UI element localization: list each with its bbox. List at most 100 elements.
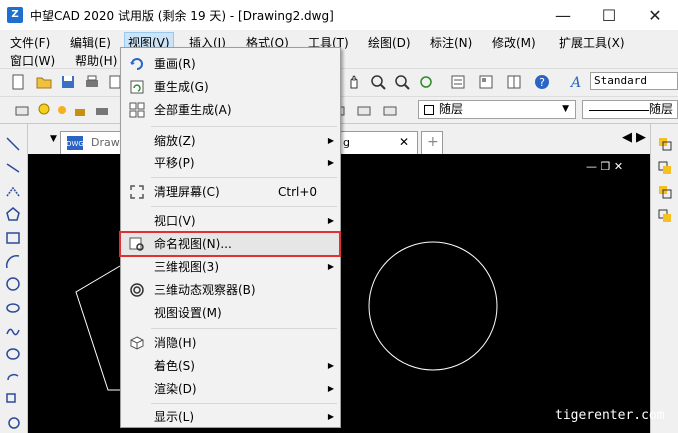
menu-item-pan[interactable]: 平移(P) ▶ — [121, 152, 340, 174]
dwg-file-icon: DWG — [66, 136, 84, 150]
menu-item-view-settings[interactable]: 视图设置(M) — [121, 302, 340, 324]
new-file-icon[interactable] — [10, 74, 26, 90]
snap-node-icon[interactable] — [657, 208, 673, 224]
close-button[interactable]: ✕ — [632, 0, 678, 30]
menu-item-render[interactable]: 渲染(D) ▶ — [121, 378, 340, 400]
ellipse-tool-icon[interactable] — [5, 346, 21, 362]
tab-scroll-right-icon[interactable]: ▶ — [636, 130, 646, 145]
menu-item-hide[interactable]: 消隐(H) — [121, 332, 340, 354]
menu-edit[interactable]: 编辑(E) — [67, 33, 114, 52]
menu-modify[interactable]: 修改(M) — [489, 33, 539, 52]
help-icon[interactable]: ? — [534, 74, 550, 90]
title-bar: Z 中望CAD 2020 试用版 (剩余 19 天) - [Drawing2.d… — [0, 0, 678, 30]
submenu-arrow-icon: ▶ — [327, 158, 334, 167]
menu-item-zoom[interactable]: 缩放(Z) ▶ — [121, 130, 340, 152]
revcloud-tool-icon[interactable] — [5, 300, 21, 316]
ellipse-arc-tool-icon[interactable] — [5, 370, 21, 386]
spline-tool-icon[interactable] — [5, 324, 21, 340]
menu-item-regen[interactable]: 重生成(G) — [121, 76, 340, 98]
redraw-icon — [130, 58, 143, 70]
tool-palette-icon[interactable] — [506, 74, 522, 90]
menu-separator — [151, 177, 337, 178]
zoom-realtime-icon[interactable] — [370, 74, 386, 90]
design-center-icon[interactable] — [478, 74, 494, 90]
add-tab-button[interactable]: + — [421, 131, 443, 154]
arc-tool-icon[interactable] — [5, 254, 21, 270]
tab-drawing1[interactable]: DWG Drawin — [60, 131, 130, 154]
layer-match-icon[interactable] — [382, 102, 398, 118]
bulb-icon[interactable] — [36, 102, 52, 118]
submenu-arrow-icon: ▶ — [327, 262, 334, 271]
menu-file[interactable]: 文件(F) — [7, 33, 53, 52]
menu-item-regen-all[interactable]: 全部重生成(A) — [121, 99, 340, 121]
tab-list-arrow-icon[interactable]: ▼ — [50, 134, 57, 144]
submenu-arrow-icon: ▶ — [327, 412, 334, 421]
lock-icon[interactable] — [72, 102, 88, 118]
minimize-button[interactable]: — — [540, 0, 586, 30]
zoom-window-icon[interactable] — [394, 74, 410, 90]
layer-print-icon[interactable] — [94, 102, 110, 118]
polyline-tool-icon[interactable] — [5, 184, 21, 200]
svg-text:A: A — [569, 75, 581, 90]
menu-item-viewports[interactable]: 视口(V) ▶ — [121, 210, 340, 232]
menu-dimension[interactable]: 标注(N) — [427, 33, 475, 52]
open-folder-icon[interactable] — [36, 74, 52, 90]
save-icon[interactable] — [60, 74, 76, 90]
color-swatch — [424, 105, 434, 115]
snap-endpoint-icon[interactable] — [657, 136, 673, 152]
svg-text:?: ? — [539, 76, 545, 89]
maximize-button[interactable]: ☐ — [586, 0, 632, 30]
menu-item-3d-orbit[interactable]: 三维动态观察器(B) — [121, 279, 340, 301]
modify-toolbar — [650, 124, 678, 433]
menu-item-shade[interactable]: 着色(S) ▶ — [121, 355, 340, 377]
menu-item-display[interactable]: 显示(L) ▶ — [121, 406, 340, 428]
clean-screen-icon — [130, 185, 144, 199]
annotation-highlight-box — [119, 231, 341, 257]
layer-previous-icon[interactable] — [356, 102, 372, 118]
sun-icon[interactable] — [54, 102, 70, 118]
rectangle-tool-icon[interactable] — [5, 230, 21, 246]
menu-separator — [151, 126, 337, 127]
line-tool-icon[interactable] — [5, 136, 21, 152]
linetype-preview — [589, 110, 649, 111]
menu-separator — [151, 403, 337, 404]
ray-tool-icon[interactable] — [5, 160, 21, 176]
tab-close-icon[interactable]: ✕ — [399, 135, 409, 149]
layer-select-value: 随层 — [439, 102, 464, 116]
properties-icon[interactable] — [450, 74, 466, 90]
polygon-tool-icon[interactable] — [5, 206, 21, 222]
pan-hand-icon[interactable] — [346, 74, 362, 90]
layer-select[interactable]: 随层 ▼ — [418, 100, 576, 119]
zoom-previous-icon[interactable] — [418, 74, 434, 90]
text-style-select[interactable]: Standard — [590, 72, 678, 90]
text-style-icon[interactable]: A — [568, 74, 584, 90]
submenu-arrow-icon: ▶ — [327, 361, 334, 370]
circle-shape — [368, 241, 498, 371]
menu-separator — [151, 328, 337, 329]
submenu-arrow-icon: ▶ — [327, 216, 334, 225]
chevron-down-icon: ▼ — [562, 104, 569, 114]
regen-icon — [130, 80, 144, 94]
viewport-window-controls[interactable]: — ❐ ✕ — [586, 160, 623, 173]
print-icon[interactable] — [84, 74, 100, 90]
svg-text:DWG: DWG — [66, 140, 84, 148]
snap-midpoint-icon[interactable] — [657, 160, 673, 176]
window-title: 中望CAD 2020 试用版 (剩余 19 天) - [Drawing2.dwg… — [30, 9, 334, 23]
polygon-shape — [75, 265, 121, 391]
snap-center-icon[interactable] — [657, 184, 673, 200]
linetype-select[interactable]: 随层 — [582, 100, 678, 119]
menu-item-3d-views[interactable]: 三维视图(3) ▶ — [121, 256, 340, 278]
insert-block-icon[interactable] — [5, 392, 21, 408]
tab-scroll-left-icon[interactable]: ◀ — [622, 130, 632, 145]
submenu-arrow-icon: ▶ — [327, 384, 334, 393]
menu-separator — [151, 206, 337, 207]
menu-draw[interactable]: 绘图(D) — [365, 33, 414, 52]
tab-drawing2[interactable]: g ✕ — [338, 131, 418, 154]
menu-item-redraw[interactable]: 重画(R) — [121, 53, 340, 75]
layer-manager-icon[interactable] — [14, 102, 30, 118]
circle-tool-icon[interactable] — [5, 276, 21, 292]
menu-extensions[interactable]: 扩展工具(X) — [556, 33, 628, 52]
make-block-icon[interactable] — [5, 414, 21, 430]
menu-item-clean-screen[interactable]: 清理屏幕(C) Ctrl+0 — [121, 181, 340, 203]
orbit-icon — [130, 283, 144, 297]
